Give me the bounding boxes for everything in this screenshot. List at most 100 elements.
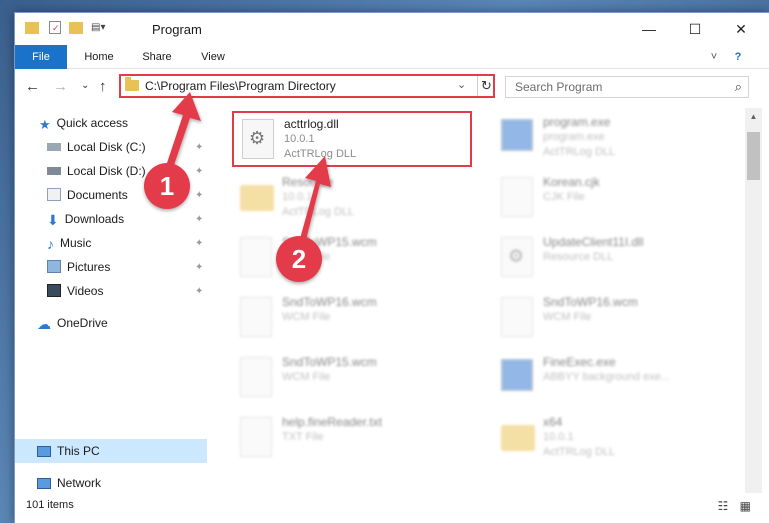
quick-access-toolbar: ✓ ▤▾	[25, 21, 105, 34]
pin-icon[interactable]: ✦	[195, 238, 203, 249]
scroll-up-arrow-icon[interactable]: ▲	[745, 108, 762, 125]
file-name: FineExec.exe	[543, 355, 616, 369]
folder-icon	[501, 425, 535, 451]
address-bar[interactable]: C:\Program Files\Program Directory ⌄ ↻	[119, 74, 495, 98]
step-2-badge: 2	[276, 236, 322, 282]
pin-icon[interactable]: ✦	[195, 190, 203, 201]
close-button[interactable]: ✕	[718, 13, 764, 45]
music-icon: ♪	[47, 236, 54, 252]
list-item[interactable]: help.fineReader.txt TXT File	[232, 411, 472, 467]
list-item[interactable]: SndToWP16.wcm WCM File	[232, 291, 472, 347]
folder-icon	[125, 77, 139, 91]
sidebar-item-label: Local Disk (D:)	[67, 164, 146, 178]
list-item[interactable]: program.exe program.exe ActTRLog DLL	[493, 111, 733, 167]
computer-icon	[37, 446, 51, 457]
sidebar-item-downloads[interactable]: ⬇ Downloads	[47, 208, 124, 230]
vertical-scrollbar[interactable]: ▲	[745, 108, 762, 493]
file-name: SndToWP16.wcm	[543, 295, 638, 309]
pin-icon[interactable]: ✦	[195, 214, 203, 225]
file-description: ActTRLog DLL	[284, 148, 357, 160]
file-version: 10.0.1	[284, 133, 315, 145]
up-arrow-icon[interactable]: ↑	[99, 78, 107, 95]
pin-icon[interactable]: ✦	[195, 142, 203, 153]
list-item[interactable]: SndToWP16.wcm WCM File	[493, 291, 733, 347]
list-item[interactable]: Resource 10.0.1 ActTRLog DLL	[232, 171, 472, 227]
file-icon	[501, 297, 533, 337]
file-detail: WCM File	[543, 311, 592, 323]
help-icon[interactable]: ?	[729, 45, 747, 69]
sidebar-item-quick-access[interactable]: ★ Quick access	[39, 112, 128, 134]
pin-icon[interactable]: ✦	[195, 262, 203, 273]
tab-file[interactable]: File	[15, 45, 67, 69]
drive-icon	[47, 143, 61, 151]
properties-icon[interactable]: ✓	[49, 21, 61, 34]
tab-home[interactable]: Home	[75, 45, 123, 69]
file-name: SndToWP16.wcm	[282, 295, 377, 309]
network-icon	[37, 478, 51, 489]
sidebar-item-local-disk-d[interactable]: Local Disk (D:)	[47, 160, 146, 182]
file-name: help.fineReader.txt	[282, 415, 383, 429]
tab-view[interactable]: View	[191, 45, 235, 69]
text-file-icon	[240, 417, 272, 457]
list-item[interactable]: ⚙ UpdateClient11I.dll Resource DLL	[493, 231, 733, 287]
sidebar-item-label: Downloads	[64, 212, 125, 226]
file-item-acttrlog-dll[interactable]: ⚙ acttrlog.dll 10.0.1 ActTRLog DLL	[232, 111, 472, 167]
list-item[interactable]: FineExec.exe ABBYY background exe...	[493, 351, 733, 407]
sidebar-item-label: This PC	[57, 444, 100, 458]
list-item[interactable]: x64 10.0.1 ActTRLog DLL	[493, 411, 733, 467]
list-item[interactable]: SndToWP15.wcm WCM File	[232, 351, 472, 407]
sidebar-item-label: Quick access	[56, 116, 129, 130]
file-name: Korean.cjk	[543, 175, 600, 189]
videos-icon	[47, 284, 61, 297]
ribbon-tabs: File Home Share View ˅ ?	[15, 45, 769, 69]
scroll-thumb[interactable]	[747, 132, 760, 180]
pin-icon[interactable]: ✦	[195, 166, 203, 177]
pictures-icon	[47, 260, 61, 273]
file-name: Resource	[282, 175, 334, 189]
maximize-button[interactable]: ☐	[672, 13, 718, 45]
sidebar-item-local-disk-c[interactable]: Local Disk (C:)	[47, 136, 146, 158]
ribbon-collapse-chevron-icon[interactable]: ˅	[705, 45, 723, 69]
list-item[interactable]: SndToWP15.wcm WCM File	[232, 231, 472, 287]
sidebar-item-pictures[interactable]: Pictures	[47, 256, 110, 278]
sidebar-item-label: Music	[60, 236, 92, 250]
sidebar-item-label: Documents	[67, 188, 128, 202]
recent-locations-chevron-icon[interactable]: ⌄	[81, 80, 89, 91]
folder-icon	[240, 185, 274, 211]
file-list: ⚙ acttrlog.dll 10.0.1 ActTRLog DLL progr…	[213, 108, 743, 488]
address-dropdown-chevron-icon[interactable]: ⌄	[457, 78, 466, 91]
file-detail: WCM File	[282, 311, 331, 323]
back-arrow-icon[interactable]: ←	[25, 78, 40, 95]
file-icon	[240, 297, 272, 337]
item-count: 101 items	[26, 499, 74, 511]
file-detail: CJK File	[543, 191, 585, 203]
new-folder-icon[interactable]	[69, 21, 83, 34]
title-bar: ✓ ▤▾ Program — ☐ ✕	[15, 13, 769, 45]
sidebar-item-music[interactable]: ♪ Music	[47, 232, 91, 254]
sidebar-item-documents[interactable]: Documents	[47, 184, 128, 206]
file-icon	[501, 177, 533, 217]
file-detail: program.exe	[543, 131, 605, 143]
minimize-button[interactable]: —	[626, 13, 672, 45]
search-placeholder: Search Program	[515, 80, 603, 94]
star-icon: ★	[39, 117, 51, 132]
address-path[interactable]: C:\Program Files\Program Directory	[145, 79, 336, 93]
sidebar-item-network[interactable]: Network	[37, 472, 101, 494]
view-toggle-icons[interactable]: ☷ ▦	[718, 499, 755, 513]
file-name: x64	[543, 415, 563, 429]
sidebar-item-label: Network	[57, 476, 102, 490]
sidebar-item-videos[interactable]: Videos	[47, 280, 103, 302]
refresh-icon[interactable]: ↻	[477, 76, 495, 96]
tab-share[interactable]: Share	[133, 45, 181, 69]
search-input[interactable]: Search Program ⌕	[505, 76, 749, 98]
customize-toolbar-icon[interactable]: ▤▾	[91, 22, 105, 33]
search-icon[interactable]: ⌕	[735, 79, 742, 95]
sidebar-item-this-pc[interactable]: This PC	[37, 440, 100, 462]
application-icon	[501, 119, 533, 151]
file-detail: WCM File	[282, 371, 331, 383]
file-detail: 10.0.1	[543, 431, 574, 443]
list-item[interactable]: Korean.cjk CJK File	[493, 171, 733, 227]
forward-arrow-icon[interactable]: →	[53, 78, 68, 95]
pin-icon[interactable]: ✦	[195, 286, 203, 297]
sidebar-item-onedrive[interactable]: ☁ OneDrive	[37, 312, 108, 334]
